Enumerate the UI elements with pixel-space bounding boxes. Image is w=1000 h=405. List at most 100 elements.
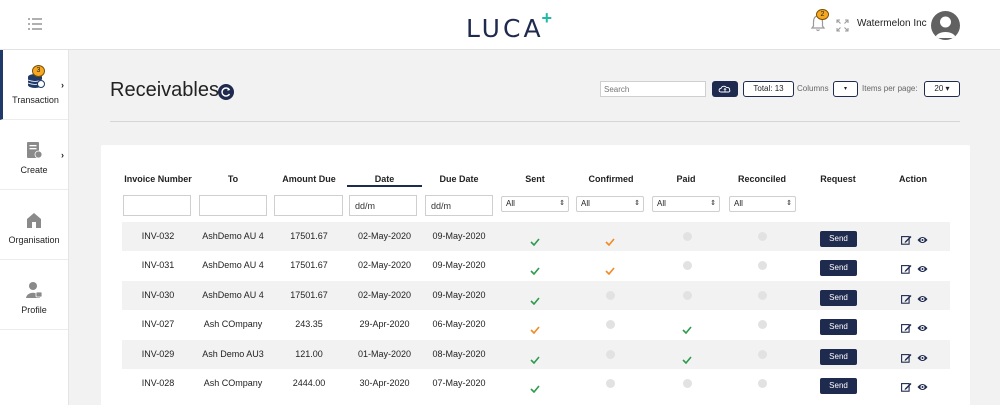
select-value: All <box>581 199 590 208</box>
view-eye-icon[interactable] <box>917 350 928 361</box>
view-eye-icon[interactable] <box>917 379 928 390</box>
reconciled-pending-dot-icon <box>757 232 767 241</box>
sidebar-item-organisation[interactable]: Organisation <box>0 190 68 260</box>
refresh-icon[interactable] <box>218 84 234 100</box>
total-count-button[interactable]: Total: 13 <box>743 81 794 97</box>
header-confirmed[interactable]: Confirmed <box>576 174 646 184</box>
date-filter-input[interactable] <box>349 195 417 216</box>
due-date-cell: 08-May-2020 <box>432 349 486 359</box>
invoice-number-cell: INV-028 <box>141 378 175 388</box>
send-button[interactable]: Send <box>820 349 857 365</box>
select-arrow-icon: ⇕ <box>634 200 640 207</box>
table-row[interactable]: INV-030 AshDemo AU 4 17501.67 02-May-2020 09… <box>122 281 950 310</box>
due-date-cell: 09-May-2020 <box>432 260 486 270</box>
header-action: Action <box>899 174 927 184</box>
notification-badge: 2 <box>816 9 829 20</box>
select-arrow-icon: ⇕ <box>786 200 792 207</box>
company-name[interactable]: Watermelon Inc <box>857 18 927 29</box>
send-button[interactable]: Send <box>820 260 857 276</box>
due-date-cell: 09-May-2020 <box>432 290 486 300</box>
reconciled-pending-dot-icon <box>757 320 767 329</box>
date-cell: 30-Apr-2020 <box>359 378 410 388</box>
confirmed-pending-dot-icon <box>605 350 615 359</box>
page-title: Receivables <box>110 79 219 101</box>
sent-filter-select[interactable]: All ⇕ <box>501 196 569 212</box>
user-avatar-icon[interactable] <box>931 11 960 40</box>
sidebar-item-transaction[interactable]: 3 › Transaction <box>0 50 68 120</box>
confirmed-check-icon <box>605 262 615 276</box>
columns-label: Columns <box>797 84 829 93</box>
view-eye-icon[interactable] <box>917 261 928 272</box>
header-invoice-number[interactable]: Invoice Number <box>122 174 194 184</box>
send-button[interactable]: Send <box>820 319 857 335</box>
header-date[interactable]: Date <box>347 174 422 184</box>
top-bar: LUCA + 2 Watermelon Inc <box>0 0 1000 50</box>
sidebar-item-profile[interactable]: Profile <box>0 260 68 330</box>
paid-pending-dot-icon <box>682 232 692 241</box>
table-row[interactable]: INV-028 Ash COmpany 2444.00 30-Apr-2020 07-M… <box>122 369 950 398</box>
edit-icon[interactable] <box>901 320 912 333</box>
send-button[interactable]: Send <box>820 231 857 247</box>
to-cell: Ash Demo AU3 <box>202 349 264 359</box>
sidebar: 3 › Transaction › Create Organisation Pr… <box>0 50 69 405</box>
search-input[interactable] <box>600 81 706 97</box>
upload-button[interactable] <box>712 81 738 97</box>
invoice-number-cell: INV-027 <box>141 319 175 329</box>
to-cell: AshDemo AU 4 <box>202 231 264 241</box>
edit-icon[interactable] <box>901 350 912 363</box>
send-button[interactable]: Send <box>820 378 857 394</box>
invoice-number-cell: INV-032 <box>141 231 175 241</box>
view-eye-icon[interactable] <box>917 232 928 243</box>
table-row[interactable]: INV-029 Ash Demo AU3 121.00 01-May-2020 08-M… <box>122 340 950 369</box>
due-date-cell: 06-May-2020 <box>432 319 486 329</box>
edit-icon[interactable] <box>901 291 912 304</box>
header-paid[interactable]: Paid <box>652 174 720 184</box>
amount-due-cell: 17501.67 <box>290 260 328 270</box>
date-cell: 02-May-2020 <box>357 231 412 241</box>
confirmed-pending-dot-icon <box>605 320 615 329</box>
invoice-number-cell: INV-031 <box>141 260 175 270</box>
items-per-page-label: Items per page: <box>862 84 918 93</box>
date-cell: 02-May-2020 <box>357 260 412 270</box>
view-eye-icon[interactable] <box>917 291 928 302</box>
table-row[interactable]: INV-032 AshDemo AU 4 17501.67 02-May-2020 09… <box>122 222 950 251</box>
due-date-filter-input[interactable] <box>425 195 493 216</box>
header-to[interactable]: To <box>198 174 268 184</box>
header-reconciled[interactable]: Reconciled <box>728 174 796 184</box>
edit-icon[interactable] <box>901 232 912 245</box>
luca-logo[interactable]: LUCA + <box>466 9 552 43</box>
sidebar-item-create[interactable]: › Create <box>0 120 68 190</box>
reconciled-pending-dot-icon <box>757 291 767 300</box>
header-amount-due[interactable]: Amount Due <box>274 174 344 184</box>
view-eye-icon[interactable] <box>917 320 928 331</box>
send-button[interactable]: Send <box>820 290 857 306</box>
amount-filter-input[interactable] <box>274 195 343 216</box>
date-cell: 29-Apr-2020 <box>359 319 410 329</box>
transaction-badge: 3 <box>32 65 45 77</box>
amount-due-cell: 121.00 <box>295 349 323 359</box>
items-per-page-dropdown[interactable]: 20 ▾ <box>924 81 960 97</box>
invoice-filter-input[interactable] <box>123 195 191 216</box>
paid-filter-select[interactable]: All ⇕ <box>652 196 720 212</box>
date-cell: 02-May-2020 <box>357 290 412 300</box>
paid-pending-dot-icon <box>682 379 692 388</box>
header-due-date[interactable]: Due Date <box>424 174 494 184</box>
menu-icon[interactable] <box>28 18 42 30</box>
columns-dropdown[interactable]: ▾ <box>833 81 858 97</box>
sidebar-item-label: Organisation <box>8 235 60 245</box>
sidebar-item-label: Create <box>20 165 48 175</box>
sidebar-item-label: Profile <box>21 305 47 315</box>
expand-icon[interactable] <box>836 19 849 32</box>
confirmed-filter-select[interactable]: All ⇕ <box>576 196 644 212</box>
header-sent[interactable]: Sent <box>500 174 570 184</box>
reconciled-filter-select[interactable]: All ⇕ <box>729 196 796 212</box>
to-filter-input[interactable] <box>199 195 267 216</box>
edit-icon[interactable] <box>901 261 912 274</box>
logo-text: LUCA <box>466 14 544 43</box>
table-row[interactable]: INV-031 AshDemo AU 4 17501.67 02-May-2020 09… <box>122 251 950 280</box>
reconciled-pending-dot-icon <box>757 350 767 359</box>
amount-due-cell: 17501.67 <box>290 290 328 300</box>
edit-icon[interactable] <box>901 379 912 392</box>
paid-check-icon <box>682 321 692 335</box>
table-row[interactable]: INV-027 Ash COmpany 243.35 29-Apr-2020 06-Ma… <box>122 310 950 339</box>
